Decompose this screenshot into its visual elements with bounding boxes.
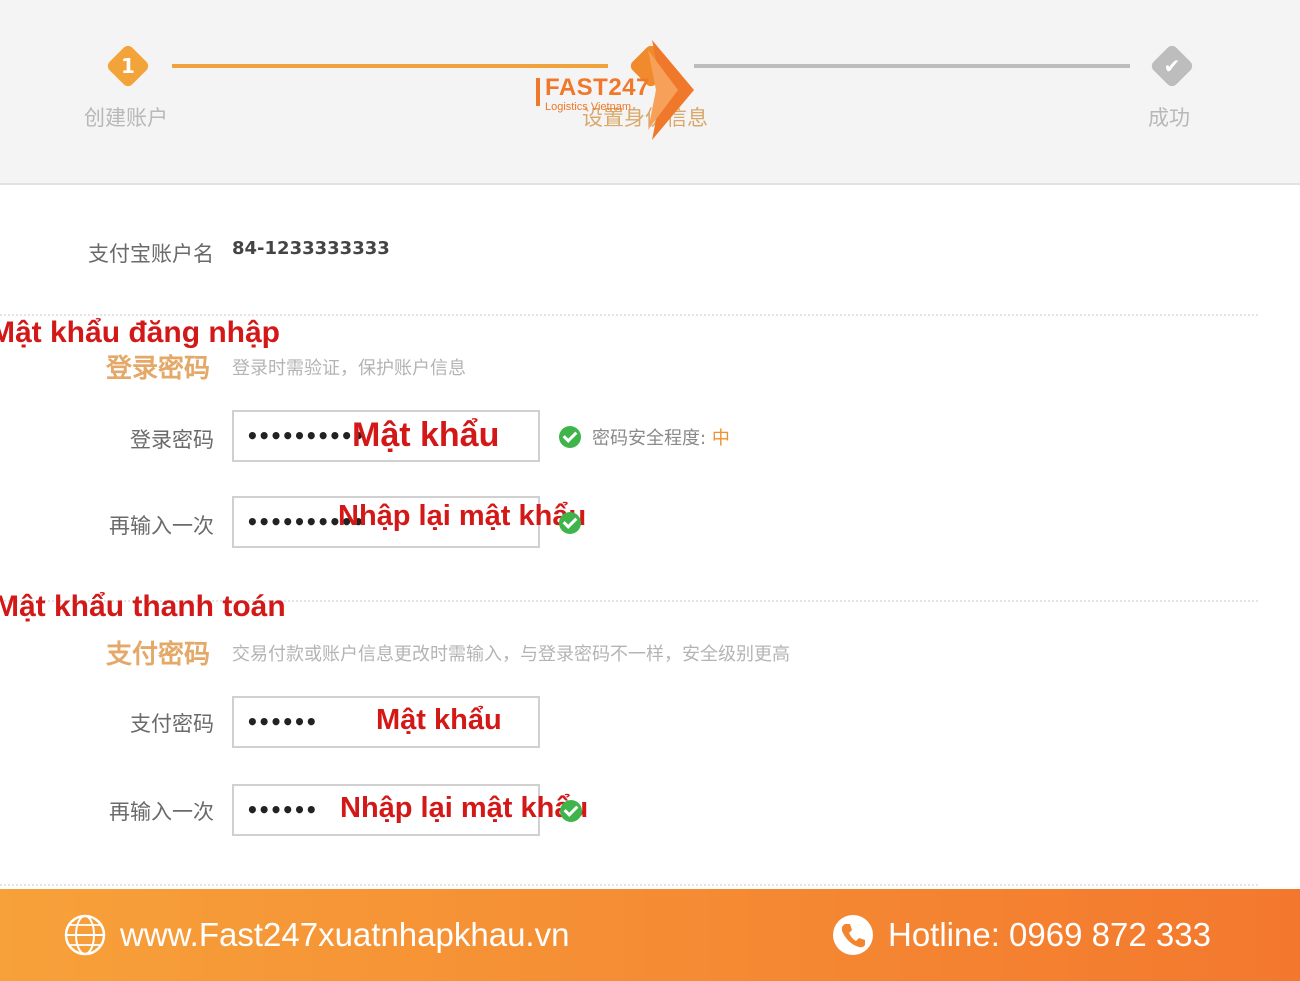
brand-arrow-icon [648,40,694,140]
account-name-label: 支付宝账户名 [88,242,214,266]
payment-confirm-value: •••••• [246,798,318,822]
step-3-label: 成功 [1148,106,1190,130]
payment-password-value: •••••• [246,710,318,734]
step-1-number: 1 [121,54,135,78]
step-1-label: 创建账户 [84,106,168,130]
globe-icon [64,914,106,956]
brand-logo: FAST247 Logistics Vietnam [533,40,698,140]
brand-tagline: Logistics Vietnam [545,101,632,113]
login-password-value: •••••••••• [246,424,365,448]
login-password-input[interactable]: •••••••••• Mật khẩu [232,410,540,462]
payment-confirm-label: 再输入一次 [109,800,214,824]
account-name-value: 84-1233333333 [232,238,390,259]
footer-hotline[interactable]: Hotline: 0969 872 333 [832,889,1211,981]
login-password-hint: Mật khẩu [352,416,500,454]
step-3-marker: ✔ [1149,43,1195,89]
check-icon: ✔ [1163,54,1181,78]
login-password-annotation: Mật khẩu đăng nhập [0,316,281,349]
check-icon [559,512,581,534]
phone-icon [833,915,873,955]
footer-hotline-text: Hotline: 0969 872 333 [888,916,1211,953]
login-password-title: 登录密码 [106,354,211,384]
password-strength-value: 中 [711,428,730,449]
login-password-description: 登录时需验证，保护账户信息 [232,358,466,379]
step-1-marker: 1 [105,43,151,89]
brand-name: FAST247 [545,74,650,101]
footer-banner: www.Fast247xuatnhapkhau.vn Hotline: 0969… [0,889,1300,981]
login-confirm-input[interactable]: •••••••••• Nhập lại mật khẩu [232,496,586,548]
payment-confirm-hint: Nhập lại mật khẩu [340,792,589,824]
login-password-label: 登录密码 [130,428,214,452]
login-confirm-label: 再输入一次 [109,514,214,538]
progress-steps: 1 ✔ 创建账户 设置身份信息 成功 FAST247 Logistics Vie… [0,0,1300,185]
payment-password-label: 支付密码 [130,712,214,736]
check-icon [560,800,582,822]
payment-password-hint: Mật khẩu [376,704,502,736]
step-connector-pending [694,64,1130,68]
password-strength-label: 密码安全程度: [592,428,707,449]
divider [0,884,1258,886]
footer-website-text: www.Fast247xuatnhapkhau.vn [120,916,570,953]
footer-website[interactable]: www.Fast247xuatnhapkhau.vn [64,889,569,981]
check-icon [559,426,581,448]
payment-password-title: 支付密码 [106,640,211,670]
payment-password-description: 交易付款或账户信息更改时需输入，与登录密码不一样，安全级别更高 [232,644,790,665]
password-strength: 密码安全程度: 中 [592,424,730,450]
payment-confirm-input[interactable]: •••••• Nhập lại mật khẩu [232,784,588,836]
payment-password-annotation: Mật khẩu thanh toán [0,590,286,623]
payment-password-input[interactable]: •••••• Mật khẩu [232,696,540,748]
login-confirm-hint: Nhập lại mật khẩu [338,500,587,532]
